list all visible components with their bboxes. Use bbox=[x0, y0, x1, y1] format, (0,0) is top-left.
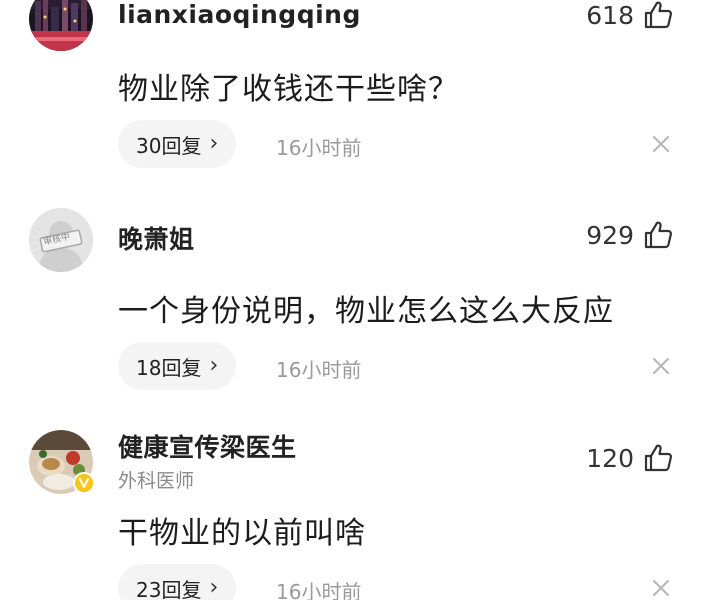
avatar[interactable] bbox=[29, 430, 95, 494]
like-button[interactable]: 120 bbox=[586, 442, 674, 474]
reply-label: 23回复 bbox=[136, 577, 202, 600]
reply-button[interactable]: 23回复 › bbox=[118, 564, 237, 600]
verified-badge-icon bbox=[73, 472, 95, 494]
comment-item: 健康宣传梁医生 外科医师 120 干物业的以前叫啥 23回复 › 16小时前 bbox=[0, 0, 714, 600]
chevron-right-icon: › bbox=[209, 575, 219, 600]
timestamp: 16小时前 bbox=[276, 580, 362, 600]
thumbs-up-icon bbox=[644, 444, 673, 472]
close-icon[interactable] bbox=[652, 579, 670, 597]
comment-list: lianxiaoqingqing 618 物业除了收钱还干些啥？ 30回复 › … bbox=[0, 0, 714, 600]
user-title: 外科医师 bbox=[118, 470, 195, 492]
username[interactable]: 健康宣传梁医生 bbox=[118, 428, 297, 464]
like-count: 120 bbox=[586, 443, 634, 473]
comment-text: 干物业的以前叫啥 bbox=[118, 516, 366, 551]
